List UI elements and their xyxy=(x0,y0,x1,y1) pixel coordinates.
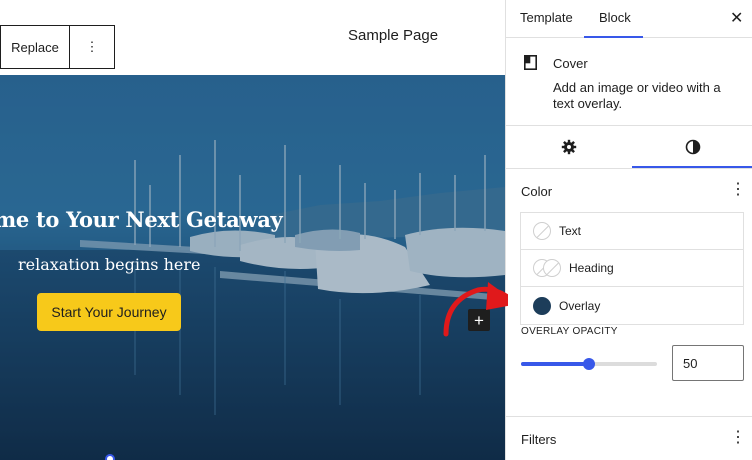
inspector-tabs xyxy=(506,126,752,169)
settings-sidebar: Template Block ✕ Cover Add an image or v… xyxy=(505,0,752,460)
resize-handle[interactable] xyxy=(105,454,115,460)
overlay-opacity-label: OVERLAY OPACITY xyxy=(521,326,618,337)
editor-canvas: Replace ⋮ Sample Page me to Your Next Ge… xyxy=(0,0,505,460)
block-title: Cover xyxy=(553,56,588,71)
color-item-list: Text Heading Overlay xyxy=(520,212,744,325)
color-item-text[interactable]: Text xyxy=(521,213,743,250)
close-icon: ✕ xyxy=(730,10,744,27)
overlay-opacity-input[interactable]: 50 xyxy=(672,345,744,381)
color-item-label: Text xyxy=(559,224,582,238)
color-item-label: Overlay xyxy=(559,298,601,313)
empty-swatch-icon xyxy=(543,259,561,277)
more-options-button[interactable]: ⋮ xyxy=(70,26,114,68)
tab-styles[interactable] xyxy=(632,126,752,168)
close-sidebar-button[interactable]: ✕ xyxy=(730,8,743,28)
vertical-ellipsis-icon: ⋮ xyxy=(85,39,99,54)
plus-icon: + xyxy=(474,310,484,330)
tab-settings[interactable] xyxy=(506,126,632,168)
color-panel-title: Color xyxy=(521,184,553,199)
color-item-overlay[interactable]: Overlay xyxy=(521,287,743,324)
overlay-swatch-icon xyxy=(533,296,551,315)
block-toolbar: Replace ⋮ xyxy=(0,25,115,69)
cover-block[interactable]: me to Your Next Getaway relaxation begin… xyxy=(0,75,505,460)
replace-button[interactable]: Replace xyxy=(0,26,70,68)
slider-thumb[interactable] xyxy=(583,358,595,370)
vertical-ellipsis-icon: ⋮ xyxy=(730,429,746,446)
page-title: Sample Page xyxy=(348,27,439,44)
gear-icon xyxy=(561,139,577,155)
slider-fill xyxy=(521,362,589,366)
cover-block-icon xyxy=(524,55,537,70)
color-panel: Color ⋮ Text Heading Overlay OVERLAY OPA… xyxy=(506,169,752,381)
tab-template[interactable]: Template xyxy=(520,10,573,25)
block-card: Cover Add an image or video with a text … xyxy=(506,38,752,126)
tab-block[interactable]: Block xyxy=(599,10,631,25)
active-sub-tab-indicator xyxy=(632,166,752,168)
half-circle-contrast-icon xyxy=(685,139,700,155)
color-item-label: Heading xyxy=(569,261,614,275)
add-block-button[interactable]: + xyxy=(468,309,490,331)
filters-panel-title: Filters xyxy=(521,432,557,447)
start-journey-button[interactable]: Start Your Journey xyxy=(37,293,181,331)
filters-panel: Filters ⋮ xyxy=(506,416,752,460)
empty-swatch-icon xyxy=(533,222,551,240)
overlay-opacity-slider[interactable] xyxy=(521,358,657,370)
block-description: Add an image or video with a text overla… xyxy=(553,80,721,111)
cover-heading[interactable]: me to Your Next Getaway xyxy=(0,207,283,232)
sidebar-tabs: Template Block ✕ xyxy=(506,0,752,38)
color-options-button[interactable]: ⋮ xyxy=(730,179,746,199)
vertical-ellipsis-icon: ⋮ xyxy=(730,181,746,198)
filters-options-button[interactable]: ⋮ xyxy=(730,427,746,447)
cover-subheading[interactable]: relaxation begins here xyxy=(18,255,200,274)
color-item-heading[interactable]: Heading xyxy=(521,250,743,287)
